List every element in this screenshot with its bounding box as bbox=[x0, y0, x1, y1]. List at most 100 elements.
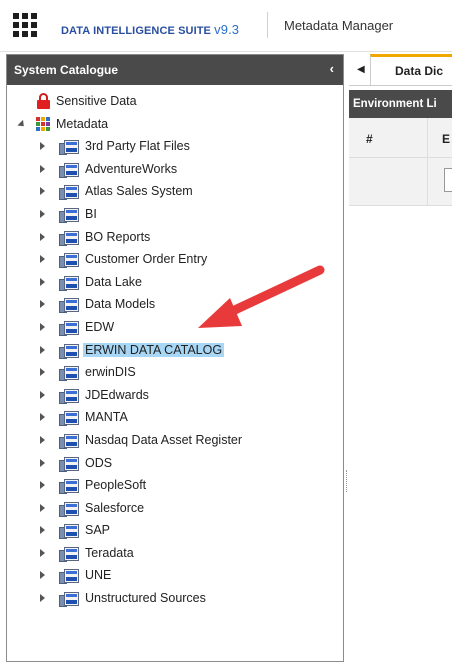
tree-node-label: SAP bbox=[85, 523, 111, 538]
column-header-environment[interactable]: E bbox=[442, 132, 450, 146]
tree-node[interactable]: Teradata bbox=[7, 543, 343, 566]
table-column-header: # E bbox=[349, 118, 452, 158]
app-menu-grid-icon[interactable] bbox=[13, 13, 37, 37]
tree-node-label: AdventureWorks bbox=[85, 161, 178, 176]
annotation-arrow bbox=[198, 265, 325, 328]
tree-node-label: UNE bbox=[85, 568, 112, 583]
tree-node-label: Unstructured Sources bbox=[85, 591, 206, 606]
expand-caret-icon[interactable] bbox=[40, 232, 45, 241]
database-system-icon bbox=[59, 230, 79, 246]
tree-node[interactable]: BO Reports bbox=[7, 227, 343, 250]
tree-node-metadata[interactable]: Metadata bbox=[7, 114, 343, 137]
tree-node-label: MANTA bbox=[85, 410, 128, 425]
database-system-icon bbox=[59, 478, 79, 495]
product-brand: DATA INTELLIGENCE SUITE v9.3 bbox=[61, 22, 239, 37]
tree-node-label: Data Models bbox=[85, 297, 156, 312]
system-catalogue-header: System Catalogue ‹ bbox=[7, 55, 343, 85]
expand-caret-icon[interactable] bbox=[40, 209, 45, 218]
tree-node-label: JDEdwards bbox=[85, 387, 149, 402]
database-system-icon bbox=[59, 320, 79, 336]
database-system-icon bbox=[59, 139, 79, 156]
metadata-grid-icon bbox=[36, 116, 51, 132]
tree-node-label: Teradata bbox=[85, 545, 134, 560]
panel-splitter-handle[interactable] bbox=[346, 470, 348, 492]
database-system-icon bbox=[59, 546, 79, 562]
expand-caret-icon[interactable] bbox=[40, 548, 45, 557]
tree-node-label: BI bbox=[85, 206, 97, 221]
database-system-icon bbox=[59, 162, 79, 178]
tab-scroll-left-icon[interactable]: ◀ bbox=[357, 64, 365, 75]
database-system-icon bbox=[59, 275, 79, 291]
tree-node-label: BO Reports bbox=[85, 229, 151, 244]
expand-caret-icon[interactable] bbox=[40, 390, 45, 399]
database-system-icon bbox=[59, 184, 79, 201]
expand-caret-icon[interactable] bbox=[40, 526, 45, 535]
database-system-icon bbox=[59, 591, 79, 608]
tree-node-label: Data Lake bbox=[85, 274, 142, 289]
database-system-icon bbox=[59, 343, 79, 359]
database-system-icon bbox=[59, 523, 79, 540]
tree-node[interactable]: UNE bbox=[7, 565, 343, 588]
tree-node[interactable]: 3rd Party Flat Files bbox=[7, 136, 343, 159]
database-system-icon bbox=[59, 410, 79, 427]
expand-caret-icon[interactable] bbox=[40, 571, 45, 580]
tree-node[interactable]: Salesforce bbox=[7, 498, 343, 521]
expand-caret-icon[interactable] bbox=[40, 277, 45, 286]
database-system-icon bbox=[59, 207, 79, 223]
column-header-number[interactable]: # bbox=[366, 132, 373, 146]
column-divider bbox=[427, 158, 428, 206]
tree-node[interactable]: BI bbox=[7, 204, 343, 227]
expand-caret-icon[interactable] bbox=[40, 458, 45, 467]
tree-node[interactable]: JDEdwards bbox=[7, 385, 343, 408]
expand-caret-icon[interactable] bbox=[40, 164, 45, 173]
tree-node-label: Atlas Sales System bbox=[85, 184, 193, 199]
tree-node-label: Metadata bbox=[56, 116, 109, 131]
column-divider bbox=[427, 118, 428, 158]
tree-node-label: Sensitive Data bbox=[56, 94, 137, 108]
module-title[interactable]: Metadata Manager bbox=[284, 18, 393, 33]
expand-caret-icon[interactable] bbox=[40, 413, 45, 422]
tree-node[interactable]: Atlas Sales System bbox=[7, 181, 343, 204]
main-content: ◀ Data Dic Environment Li # E bbox=[349, 54, 452, 662]
brand-name: DATA INTELLIGENCE SUITE bbox=[61, 25, 211, 37]
tab-strip: ◀ Data Dic bbox=[349, 54, 452, 86]
tree-node[interactable]: ERWIN DATA CATALOG bbox=[7, 340, 343, 363]
tree-node[interactable]: SAP bbox=[7, 520, 343, 543]
tree-node-label: EDW bbox=[85, 319, 115, 334]
expand-caret-icon[interactable] bbox=[40, 435, 45, 444]
expand-caret-icon[interactable] bbox=[40, 368, 45, 377]
panel-title: System Catalogue bbox=[14, 63, 119, 77]
expand-caret-icon[interactable] bbox=[40, 142, 45, 151]
collapse-caret-icon[interactable] bbox=[17, 119, 27, 129]
tab-data-dictionary[interactable]: Data Dic bbox=[370, 54, 452, 86]
expand-caret-icon[interactable] bbox=[40, 594, 45, 603]
tree-node[interactable]: PeopleSoft bbox=[7, 475, 343, 498]
tree-node[interactable]: AdventureWorks bbox=[7, 159, 343, 182]
database-system-icon bbox=[59, 501, 79, 517]
tree-node-label: ODS bbox=[85, 455, 113, 470]
environment-filter-input[interactable] bbox=[444, 168, 452, 192]
header-divider bbox=[267, 12, 268, 38]
database-system-icon bbox=[59, 297, 79, 314]
tree-node-sensitive-data[interactable]: Sensitive Data bbox=[7, 91, 343, 114]
expand-caret-icon[interactable] bbox=[40, 481, 45, 490]
tree-node[interactable]: Unstructured Sources bbox=[7, 588, 343, 611]
expand-caret-icon[interactable] bbox=[40, 322, 45, 331]
database-system-icon bbox=[59, 365, 79, 382]
expand-caret-icon[interactable] bbox=[40, 345, 45, 354]
tree-node[interactable]: MANTA bbox=[7, 407, 343, 430]
tree-node-label: Nasdaq Data Asset Register bbox=[85, 432, 243, 447]
expand-caret-icon[interactable] bbox=[40, 503, 45, 512]
collapse-panel-icon[interactable]: ‹ bbox=[330, 61, 334, 76]
expand-caret-icon[interactable] bbox=[40, 187, 45, 196]
expand-caret-icon[interactable] bbox=[40, 255, 45, 264]
tree-node-label-selected: ERWIN DATA CATALOG bbox=[83, 342, 225, 357]
catalogue-tree: Sensitive Data Metadata 3rd Party Flat F… bbox=[7, 91, 343, 611]
tree-node[interactable]: erwinDIS bbox=[7, 362, 343, 385]
database-system-icon bbox=[59, 456, 79, 472]
brand-version: v9.3 bbox=[214, 22, 240, 37]
expand-caret-icon[interactable] bbox=[40, 300, 45, 309]
tree-node[interactable]: ODS bbox=[7, 453, 343, 476]
database-system-icon bbox=[59, 252, 79, 269]
tree-node[interactable]: Nasdaq Data Asset Register bbox=[7, 430, 343, 453]
